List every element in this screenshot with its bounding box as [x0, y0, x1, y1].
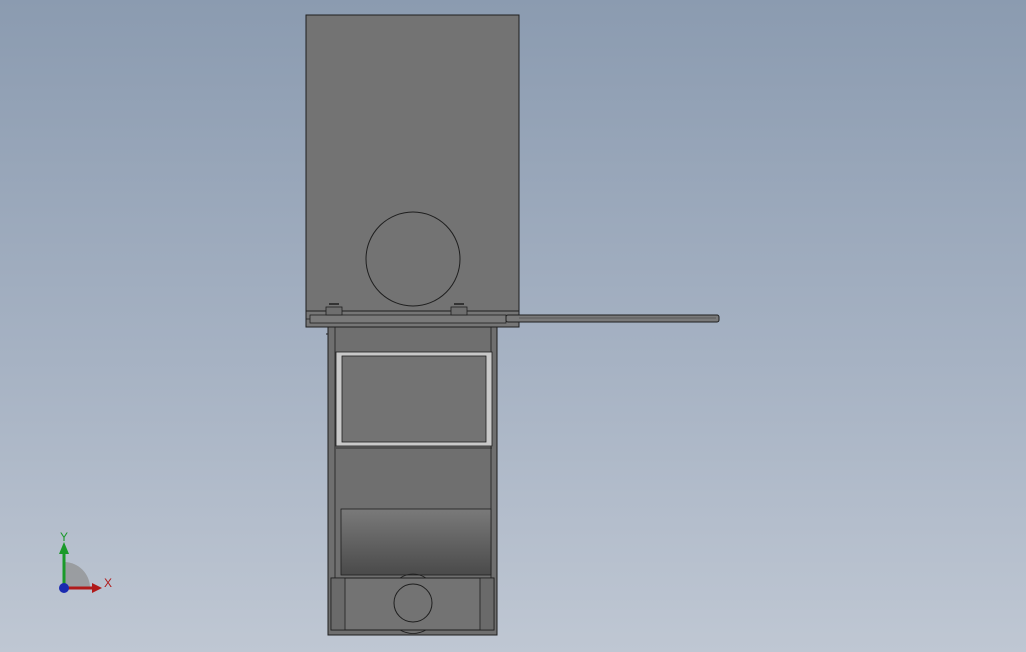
- axis-triad: Y X: [59, 530, 112, 593]
- roller-drum[interactable]: [340, 508, 492, 576]
- x-axis-arrow-icon: [92, 583, 102, 593]
- plate-inner-strip: [309, 314, 507, 324]
- upper-compartment-panel[interactable]: [341, 355, 487, 443]
- triad-plane-shade: [64, 562, 90, 588]
- cad-3d-viewport[interactable]: Y X: [0, 0, 1026, 652]
- housing-port-circle: [365, 211, 461, 307]
- cad-model-view[interactable]: [0, 0, 1026, 652]
- base-left-flange: [330, 577, 346, 631]
- y-axis-label: Y: [60, 530, 68, 544]
- z-axis-dot-icon: [59, 583, 69, 593]
- base-right-flange: [479, 577, 495, 631]
- side-arm-rail[interactable]: [505, 314, 720, 323]
- x-axis-label: X: [104, 576, 112, 590]
- base-bearing-circle: [393, 583, 433, 623]
